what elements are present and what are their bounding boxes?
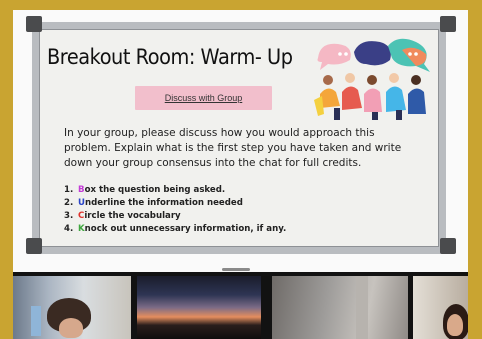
meeting-window: Breakout Room: Warm- Up Discuss with Gro… xyxy=(13,10,468,339)
shared-screen: Breakout Room: Warm- Up Discuss with Gro… xyxy=(13,10,468,272)
list-item: 4. Knock out unnecessary information, if … xyxy=(64,224,287,234)
group-discussion-illustration xyxy=(314,38,430,120)
list-item: 2. Underline the information needed xyxy=(64,198,243,208)
board-corner xyxy=(26,238,42,254)
list-item: 3. Circle the vocabulary xyxy=(64,211,181,221)
list-item: 1. Box the question being asked. xyxy=(64,185,226,195)
wall-detail xyxy=(356,276,368,339)
video-tile[interactable] xyxy=(272,276,408,339)
video-tile[interactable] xyxy=(413,276,468,339)
video-tile[interactable] xyxy=(137,276,261,339)
resize-handle[interactable] xyxy=(222,268,250,271)
video-tile[interactable] xyxy=(13,276,131,339)
participant-face xyxy=(447,314,463,336)
bottle-object xyxy=(31,306,41,336)
board-corner xyxy=(26,16,42,32)
instructions-text: In your group, please discuss how you wo… xyxy=(64,127,402,169)
participant-face xyxy=(59,318,83,338)
video-gallery xyxy=(13,276,468,339)
board-corner xyxy=(440,238,456,254)
discuss-with-group-button[interactable]: Discuss with Group xyxy=(135,86,272,110)
board-corner xyxy=(440,16,456,32)
steps-list: 1. Box the question being asked. 2. Underl… xyxy=(64,184,286,236)
slide-title: Breakout Room: Warm- Up xyxy=(47,45,293,69)
